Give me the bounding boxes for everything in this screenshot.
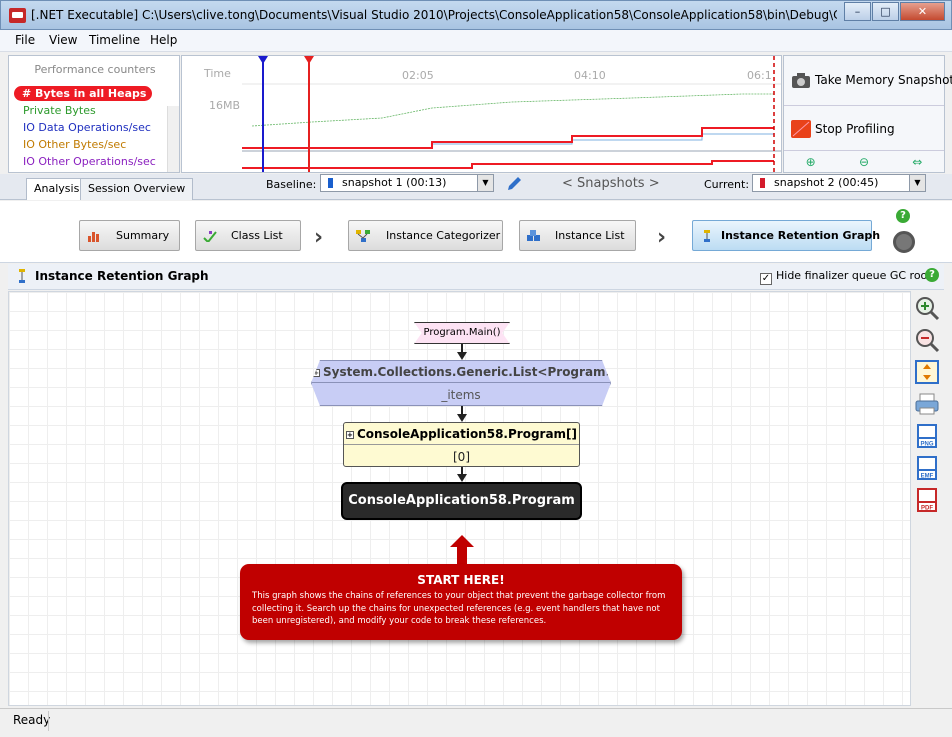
help-icon[interactable]: ? (896, 209, 910, 223)
baseline-snapshot-marker-icon (328, 178, 333, 188)
section-title: Instance Retention Graph (35, 269, 209, 283)
video-tutorial-icon[interactable] (893, 231, 915, 253)
checkbox-checked-icon: ✓ (760, 273, 772, 285)
instance-retention-graph-button[interactable]: Instance Retention Graph (692, 220, 880, 251)
hide-finalizer-checkbox[interactable]: ✓ Hide finalizer queue GC roots (760, 269, 937, 285)
stop-profiling-button[interactable]: Stop Profiling (784, 105, 944, 151)
instance-list-icon (527, 230, 540, 241)
counter-bytes-in-all-heaps[interactable]: # Bytes in all Heaps (14, 86, 153, 101)
counter-io-other-bytes[interactable]: IO Other Bytes/sec (23, 138, 126, 151)
stop-icon (791, 120, 811, 138)
zoom-out-icon[interactable] (914, 327, 940, 353)
graph-edge-arrow (457, 352, 467, 360)
expand-icon[interactable]: + (312, 369, 320, 377)
graph-node-array[interactable]: + ConsoleApplication58.Program[] [0] (343, 422, 580, 467)
expand-icon[interactable]: + (345, 431, 354, 439)
summary-button[interactable]: Summary (79, 220, 180, 251)
zoom-in-icon[interactable] (914, 295, 940, 321)
graph-node-target[interactable]: ConsoleApplication58.Program (341, 482, 582, 520)
svg-text:EMF: EMF (921, 474, 934, 480)
camera-icon (792, 73, 810, 88)
start-here-callout: START HERE! This graph shows the chains … (240, 564, 682, 640)
class-list-button[interactable]: Class List (195, 220, 301, 251)
pencil-icon[interactable] (505, 175, 523, 193)
tab-session-overview[interactable]: Session Overview (80, 178, 194, 200)
bar-chart-icon (88, 232, 99, 242)
zoom-in-icon[interactable]: ⊕ (806, 155, 816, 169)
class-list-icon (203, 231, 217, 242)
menu-timeline[interactable]: Timeline (89, 33, 140, 47)
chevron-right-icon: › (314, 225, 324, 250)
close-button[interactable]: ✕ (900, 2, 945, 21)
maximize-button[interactable]: □ (872, 2, 899, 21)
retention-graph-canvas[interactable]: Program.Main() + System.Collections.Gener… (8, 291, 911, 706)
profiling-actions: Take Memory Snapshot Stop Profiling ⊕ ⊖ … (783, 55, 952, 173)
arrow-up-icon (450, 535, 474, 565)
counters-scrollbar[interactable] (167, 106, 179, 172)
svg-text:PNG: PNG (920, 442, 933, 448)
start-here-text: This graph shows the chains of reference… (252, 591, 666, 626)
retention-graph-icon (19, 269, 25, 283)
menu-bar: File View Timeline Help (0, 30, 952, 52)
tab-analysis[interactable]: Analysis (26, 178, 88, 200)
graph-toolbar: PNG EMF PDF (912, 291, 942, 517)
counter-io-other-operations[interactable]: IO Other Operations/sec (23, 155, 156, 168)
window-controls: – □ ✕ (843, 2, 945, 21)
chevron-right-icon: › (657, 225, 667, 250)
timeline-graph[interactable]: Time 02:05 04:10 06:1 16MB (181, 55, 782, 173)
retention-graph-icon (704, 230, 710, 242)
analysis-navigation: Summary Class List › Instance Categorize… (0, 201, 952, 263)
bytes-in-heaps-overview-line (242, 160, 774, 169)
export-emf-icon[interactable]: EMF (914, 455, 940, 481)
current-snapshot-select[interactable]: snapshot 2 (00:45) ▼ (752, 174, 926, 192)
current-label: Current: (704, 178, 750, 191)
app-icon (9, 8, 26, 23)
performance-counters-panel: Performance counters # Bytes in all Heap… (8, 55, 180, 173)
status-text: Ready (13, 713, 51, 727)
print-icon[interactable] (914, 391, 940, 417)
baseline-marker-head (258, 56, 268, 64)
current-snapshot-marker-icon (760, 178, 765, 188)
private-bytes-line (251, 93, 774, 127)
status-separator (48, 711, 49, 731)
graph-node-list[interactable]: + System.Collections.Generic.List<Program… (311, 360, 611, 406)
graph-edge-arrow (457, 474, 467, 482)
chevron-down-icon: ▼ (477, 175, 493, 191)
counter-private-bytes[interactable]: Private Bytes (23, 104, 96, 117)
export-pdf-icon[interactable]: PDF (914, 487, 940, 513)
fit-icon[interactable]: ⇔ (912, 155, 922, 169)
timeline-zoom-controls: ⊕ ⊖ ⇔ (784, 150, 944, 172)
export-png-icon[interactable]: PNG (914, 423, 940, 449)
chevron-down-icon: ▼ (909, 175, 925, 191)
snapshots-navigator[interactable]: < Snapshots > (562, 176, 660, 191)
menu-help[interactable]: Help (150, 33, 177, 47)
fit-to-window-icon[interactable] (914, 359, 940, 385)
menu-view[interactable]: View (49, 33, 77, 47)
baseline-label: Baseline: (266, 178, 317, 191)
instance-list-button[interactable]: Instance List (519, 220, 636, 251)
bytes-in-heaps-line (242, 127, 774, 149)
baseline-snapshot-select[interactable]: snapshot 1 (00:13) ▼ (320, 174, 494, 192)
section-header: Instance Retention Graph ✓ Hide finalizer… (8, 264, 944, 290)
zoom-out-icon[interactable]: ⊖ (859, 155, 869, 169)
start-here-title: START HERE! (417, 573, 505, 587)
take-memory-snapshot-button[interactable]: Take Memory Snapshot (784, 57, 952, 103)
counters-title: Performance counters (34, 63, 156, 76)
window-title: [.NET Executable] C:\Users\clive.tong\Do… (31, 8, 837, 22)
timeline-plot (242, 56, 781, 172)
current-marker-head (304, 56, 314, 64)
title-bar: [.NET Executable] C:\Users\clive.tong\Do… (0, 0, 952, 30)
categorizer-icon (356, 230, 370, 242)
minimize-button[interactable]: – (844, 2, 871, 21)
menu-file[interactable]: File (15, 33, 35, 47)
counter-io-data-operations[interactable]: IO Data Operations/sec (23, 121, 151, 134)
help-icon[interactable]: ? (925, 268, 939, 282)
instance-categorizer-button[interactable]: Instance Categorizer (348, 220, 503, 251)
graph-node-root[interactable]: Program.Main() (414, 322, 510, 344)
tabs-row: Analysis Session Overview Baseline: snap… (0, 174, 952, 200)
status-bar: Ready (0, 708, 952, 737)
svg-text:PDF: PDF (921, 506, 933, 512)
graph-edge-arrow (457, 414, 467, 422)
